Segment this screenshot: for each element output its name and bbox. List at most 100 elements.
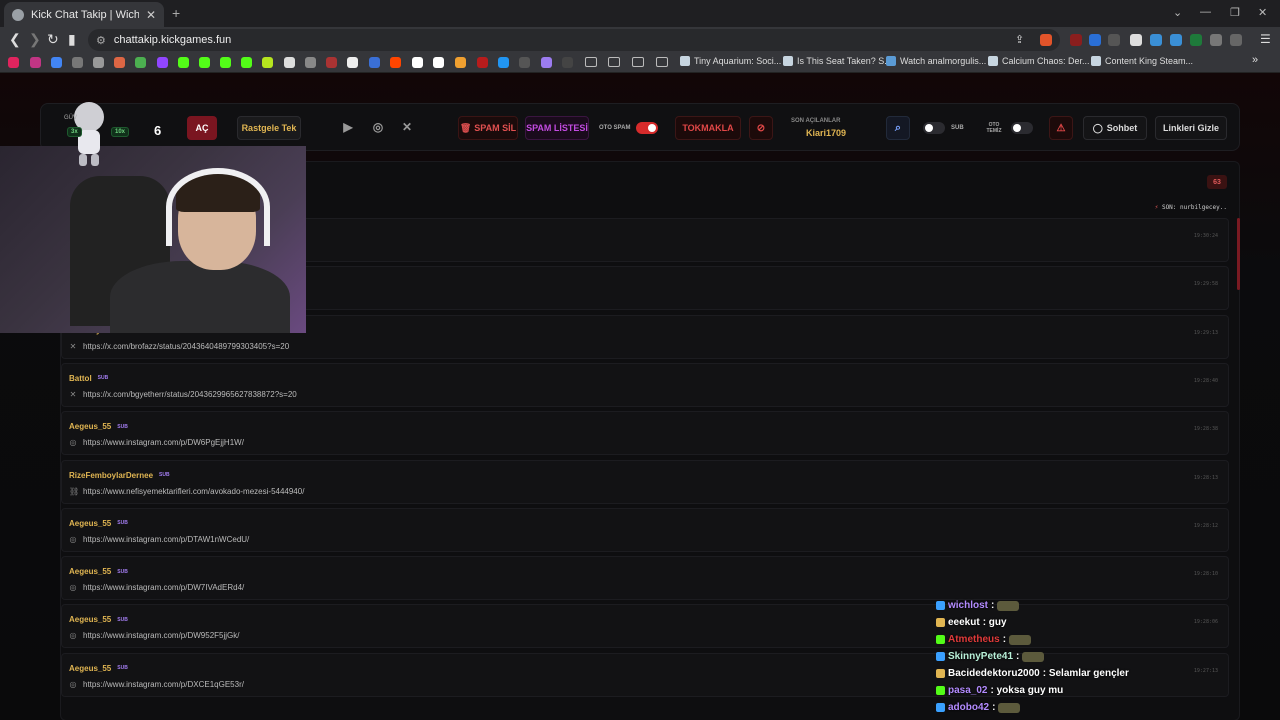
x-icon[interactable]: ✕ — [400, 120, 414, 134]
message-row[interactable]: Aegeus_55 SUB ◎ https://www.instagram.com/p… — [61, 507, 1229, 552]
bookmark-favicon[interactable] — [562, 57, 573, 68]
chat-username[interactable]: adobo42 — [948, 702, 989, 713]
bookmark-favicon[interactable] — [220, 57, 231, 68]
tokmakla-button[interactable]: TOKMAKLA — [675, 116, 741, 140]
username[interactable]: Aegeus_55 — [69, 519, 111, 528]
bookmark-favicon[interactable] — [412, 57, 423, 68]
bookmark-favicon[interactable] — [390, 57, 401, 68]
extension-icon[interactable] — [1150, 34, 1162, 46]
username[interactable]: Aegeus_55 — [69, 567, 111, 576]
folder-icon[interactable] — [608, 57, 620, 67]
link-url[interactable]: https://x.com/bgyetherr/status/204362996… — [83, 390, 297, 399]
bookmark-favicon[interactable] — [541, 57, 552, 68]
brave-shield-icon[interactable] — [1040, 34, 1052, 46]
message-link[interactable]: ◎ https://www.instagram.com/p/DTAW1nWCedU… — [69, 535, 250, 544]
instagram-icon[interactable]: ◎ — [371, 120, 385, 134]
bookmark-favicon[interactable] — [455, 57, 466, 68]
rastgele-tek-button[interactable]: Rastgele Tek — [237, 116, 301, 140]
bookmark-favicon[interactable] — [157, 57, 168, 68]
spam-listesi-button[interactable]: SPAM LİSTESİ — [525, 116, 589, 140]
site-info-icon[interactable]: ⚙ — [96, 34, 106, 47]
message-link[interactable]: ⛓ https://www.nefisyemektarifleri.com/avo… — [69, 487, 304, 496]
message-link[interactable]: ✕ https://x.com/bgyetherr/status/20436299… — [69, 390, 297, 399]
bookmark-favicon[interactable] — [433, 57, 444, 68]
oto-spam-toggle[interactable] — [636, 122, 658, 134]
message-link[interactable]: ◎ https://www.instagram.com/p/DW6PgEjjH1W… — [69, 438, 244, 447]
bookmark-favicon[interactable] — [262, 57, 273, 68]
youtube-icon[interactable]: ▶ — [341, 120, 355, 134]
bookmark-favicon[interactable] — [369, 57, 380, 68]
window-close-icon[interactable]: ✕ — [1258, 6, 1267, 19]
folder-icon[interactable] — [585, 57, 597, 67]
back-icon[interactable]: ❮ — [9, 32, 21, 46]
message-row[interactable]: Aegeus_55 SUB ◎ https://www.instagram.com/p… — [61, 604, 1229, 649]
bookmark-favicon[interactable] — [305, 57, 316, 68]
forward-icon[interactable]: ❯ — [29, 32, 41, 46]
sub-toggle[interactable] — [923, 122, 945, 134]
bookmark-favicon[interactable] — [51, 57, 62, 68]
bookmark-favicon[interactable] — [135, 57, 146, 68]
chat-username[interactable]: Atmetheus — [948, 634, 1000, 645]
chat-username[interactable]: wichlost — [948, 600, 988, 611]
oto-temiz-toggle[interactable] — [1011, 122, 1033, 134]
ac-button[interactable]: AÇ — [187, 116, 217, 140]
warning-icon[interactable]: ⚠ — [1049, 116, 1073, 140]
scrollbar[interactable] — [1237, 218, 1240, 290]
bookmark-favicon[interactable] — [8, 57, 19, 68]
message-row[interactable]: Battol SUB ✕ https://x.com/bgyetherr/status… — [61, 362, 1229, 407]
spam-sil-button[interactable]: 🗑 SPAM SİL — [458, 116, 518, 140]
bookmark-favicon[interactable] — [477, 57, 488, 68]
maximize-icon[interactable]: ❐ — [1230, 6, 1240, 19]
chat-username[interactable]: SkinnyPete41 — [948, 651, 1013, 662]
link-url[interactable]: https://www.instagram.com/p/DXCE1qGE53r/ — [83, 680, 244, 689]
bookmark-favicon[interactable] — [93, 57, 104, 68]
link-url[interactable]: https://www.instagram.com/p/DW6PgEjjH1W/ — [83, 438, 244, 447]
message-link[interactable]: ◎ https://www.instagram.com/p/DXCE1qGE53r… — [69, 680, 244, 689]
new-tab-icon[interactable]: + — [172, 5, 180, 21]
link-url[interactable]: https://www.instagram.com/p/DTAW1nWCedU/ — [83, 535, 249, 544]
bookmark-item[interactable]: Content King Steam... — [1091, 56, 1193, 66]
chat-username[interactable]: Bacidedektoru2000 — [948, 668, 1040, 679]
bookmark-item[interactable]: Tiny Aquarium: Soci... — [680, 56, 781, 66]
extension-icon[interactable] — [1190, 34, 1202, 46]
chat-username[interactable]: eeekut — [948, 617, 980, 628]
ublock-icon[interactable] — [1070, 34, 1082, 46]
username[interactable]: Aegeus_55 — [69, 615, 111, 624]
message-row[interactable]: Aegeus_55 SUB ◎ https://www.instagram.com/p… — [61, 411, 1229, 456]
bookmark-favicon[interactable] — [241, 57, 252, 68]
link-url[interactable]: https://www.instagram.com/p/DW7IVAdERd4/ — [83, 583, 244, 592]
message-link[interactable]: ◎ https://www.instagram.com/p/DW7IVAdERd4… — [69, 583, 245, 592]
bookmark-favicon[interactable] — [498, 57, 509, 68]
bookmark-favicon[interactable] — [72, 57, 83, 68]
message-link[interactable]: ✕ https://x.com/brofazz/status/2043640489… — [69, 342, 290, 351]
more-bookmarks-icon[interactable]: » — [1252, 54, 1258, 66]
bookmark-item[interactable]: Calcium Chaos: Der... — [988, 56, 1090, 66]
bookmark-favicon[interactable] — [178, 57, 189, 68]
bookmark-item[interactable]: Watch analmorgulis... — [886, 56, 986, 66]
message-link[interactable]: ◎ https://www.instagram.com/p/DW952F5jjGk… — [69, 631, 240, 640]
chevron-down-icon[interactable]: ⌄ — [1173, 6, 1182, 19]
bookmark-favicon[interactable] — [114, 57, 125, 68]
sidebar-icon[interactable] — [1230, 34, 1242, 46]
folder-icon[interactable] — [632, 57, 644, 67]
extension-icon[interactable] — [1089, 34, 1101, 46]
linkleri-gizle-button[interactable]: Linkleri Gizle — [1155, 116, 1227, 140]
share-icon[interactable]: ⇪ — [1015, 33, 1024, 47]
close-icon[interactable]: ✕ — [146, 8, 156, 22]
username[interactable]: Aegeus_55 — [69, 422, 111, 431]
puzzle-icon[interactable] — [1210, 34, 1222, 46]
address-bar[interactable]: ⚙ chattakip.kickgames.fun — [88, 29, 1060, 51]
bookmark-icon[interactable]: ▮ — [68, 32, 76, 46]
message-row[interactable]: Aegeus_55 SUB ◎ https://www.instagram.com/p… — [61, 556, 1229, 601]
link-url[interactable]: https://www.nefisyemektarifleri.com/avok… — [83, 487, 304, 496]
bookmark-favicon[interactable] — [284, 57, 295, 68]
browser-tab[interactable]: Kick Chat Takip | Wich ✕ — [4, 2, 164, 27]
menu-icon[interactable]: ☰ — [1260, 32, 1271, 46]
link-url[interactable]: https://x.com/brofazz/status/20436404897… — [83, 342, 289, 351]
extension-icon[interactable] — [1108, 34, 1120, 46]
sohbet-button[interactable]: ◯ Sohbet — [1083, 116, 1147, 140]
link-url[interactable]: https://www.instagram.com/p/DW952F5jjGk/ — [83, 631, 240, 640]
ban-icon[interactable]: ⊘ — [749, 116, 773, 140]
bookmark-favicon[interactable] — [199, 57, 210, 68]
chat-username[interactable]: pasa_02 — [948, 685, 987, 696]
